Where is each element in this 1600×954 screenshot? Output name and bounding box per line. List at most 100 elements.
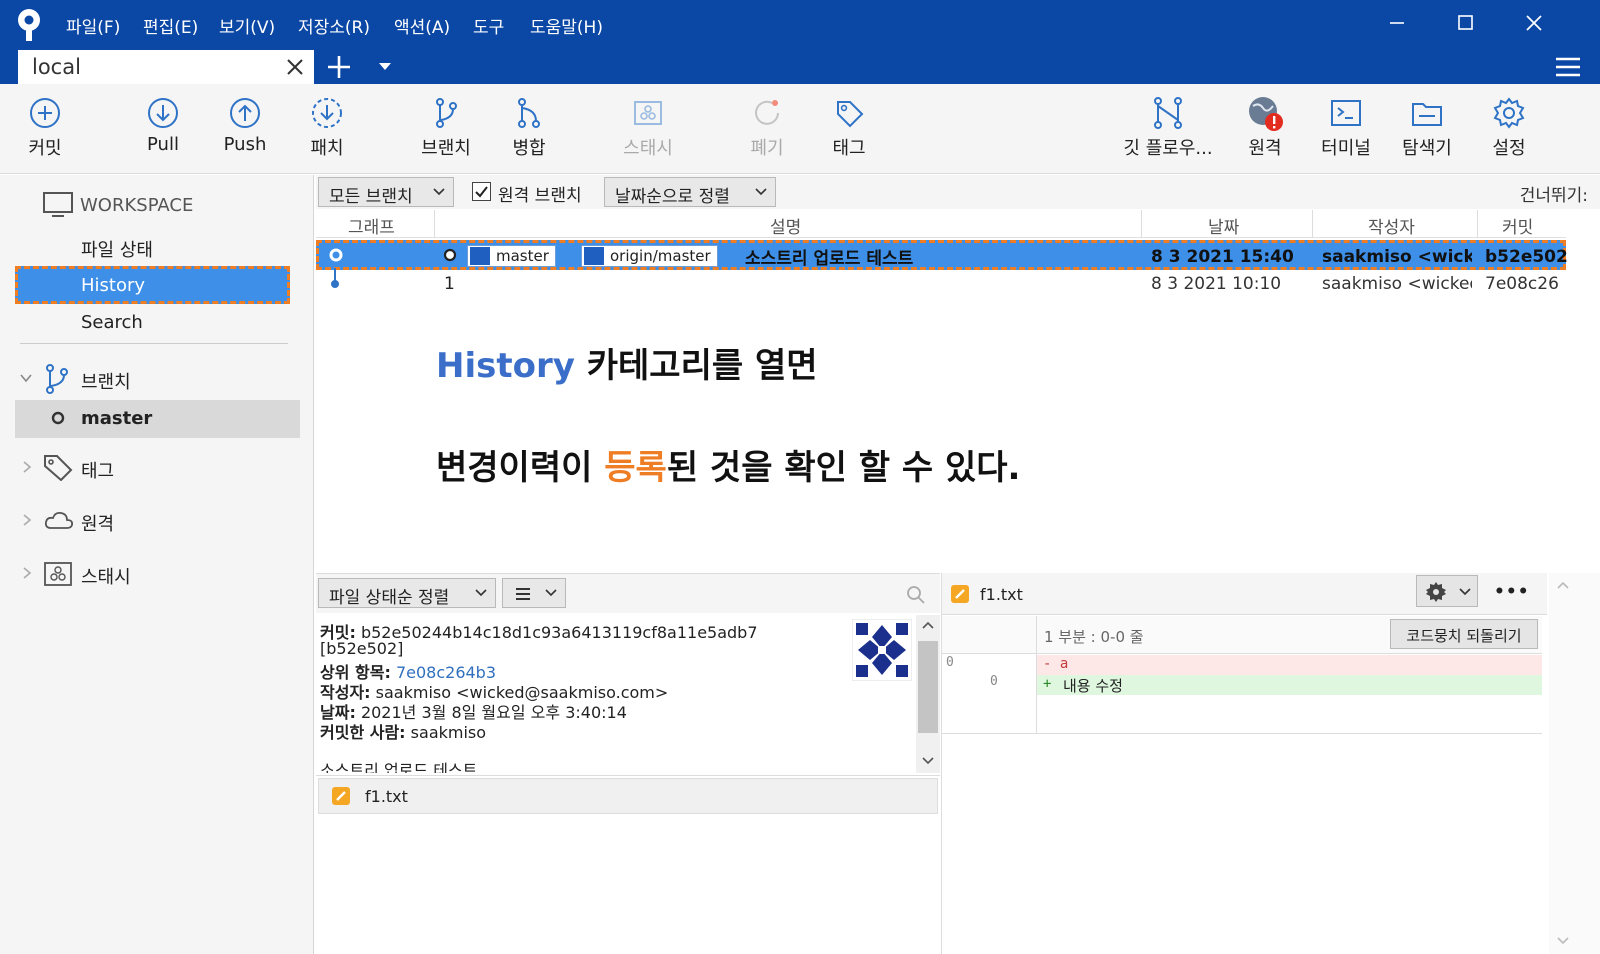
menu-file[interactable]: 파일(F) xyxy=(66,13,120,38)
sidebar-section-stashes[interactable]: 스태시 xyxy=(81,563,131,589)
push-button[interactable]: Push xyxy=(210,84,280,174)
head-marker-icon xyxy=(443,248,457,262)
scroll-down-icon[interactable] xyxy=(1557,937,1569,945)
cloud-icon xyxy=(44,511,74,529)
menu-repository[interactable]: 저장소(R) xyxy=(298,13,370,38)
more-options-icon[interactable]: ••• xyxy=(1494,582,1530,602)
scroll-down-icon[interactable] xyxy=(922,757,934,765)
sidebar-item-master[interactable]: master xyxy=(15,400,300,438)
terminal-button[interactable]: 터미널 xyxy=(1310,84,1382,174)
list-item[interactable]: f1.txt xyxy=(318,778,938,814)
column-separator xyxy=(1312,210,1313,238)
commit-hash: 7e08c26 xyxy=(1485,274,1559,294)
sidebar-section-tags[interactable]: 태그 xyxy=(81,457,114,483)
annotation-text: 카테고리를 열면 xyxy=(574,346,818,386)
menu-tools[interactable]: 도구 xyxy=(473,13,504,38)
sourcetree-logo-icon xyxy=(18,9,40,41)
explorer-button[interactable]: 탐색기 xyxy=(1392,84,1462,174)
branch-button[interactable]: 브랜치 xyxy=(410,84,482,174)
terminal-icon xyxy=(1331,100,1361,126)
scroll-up-icon[interactable] xyxy=(922,621,934,629)
ref-badge-origin-master[interactable]: origin/master xyxy=(581,245,718,267)
menu-help[interactable]: 도움말(H) xyxy=(530,13,603,38)
sidebar-section-branches[interactable]: 브랜치 xyxy=(81,368,131,394)
sidebar-item-search[interactable]: Search xyxy=(81,312,143,333)
view-mode-dropdown[interactable] xyxy=(502,578,566,608)
minimize-button[interactable] xyxy=(1377,8,1417,38)
pull-button[interactable]: Pull xyxy=(128,84,198,174)
commit-label: 커밋 xyxy=(28,138,62,159)
close-tab-icon[interactable] xyxy=(284,56,306,78)
merge-button[interactable]: 병합 xyxy=(494,84,564,174)
sidebar-section-remotes[interactable]: 원격 xyxy=(81,510,114,536)
commit-detail-panel: 커밋: b52e50244b14c18d1c93a6413119cf8a11e5… xyxy=(316,615,916,773)
revert-hunk-button[interactable]: 코드뭉치 되돌리기 xyxy=(1390,619,1538,649)
removed-line-text: - a xyxy=(1043,656,1069,672)
gitflow-button[interactable]: 깃 플로우... xyxy=(1118,84,1218,174)
settings-button[interactable]: 설정 xyxy=(1474,84,1544,174)
branch-icon xyxy=(436,98,457,128)
commit-author: saakmiso <wicked xyxy=(1322,274,1472,294)
list-icon xyxy=(516,588,530,600)
column-description[interactable]: 설명 xyxy=(770,213,801,238)
remote-button[interactable]: 원격 xyxy=(1230,84,1300,174)
chevron-down-icon xyxy=(433,188,445,196)
commit-row[interactable]: 1 8 3 2021 10:10 saakmiso <wicked 7e08c2… xyxy=(316,268,1566,300)
modified-file-icon xyxy=(332,787,350,805)
tag-icon xyxy=(44,455,73,481)
tag-button[interactable]: 태그 xyxy=(814,84,884,174)
discard-button[interactable]: 폐기 xyxy=(732,84,802,174)
file-list-toolbar: 파일 상태순 정렬 xyxy=(316,573,940,613)
remote-label: 원격 xyxy=(1248,138,1282,159)
diff-divider xyxy=(942,733,1542,734)
hamburger-menu-icon[interactable] xyxy=(1555,56,1581,78)
sort-dropdown[interactable]: 날짜순으로 정렬 xyxy=(604,177,776,207)
file-sort-dropdown[interactable]: 파일 상태순 정렬 xyxy=(318,578,496,608)
close-window-button[interactable] xyxy=(1514,8,1554,38)
gitflow-label: 깃 플로우... xyxy=(1123,138,1213,159)
search-icon[interactable] xyxy=(906,585,926,605)
menu-edit[interactable]: 편집(E) xyxy=(143,13,198,38)
sidebar-item-history[interactable]: History xyxy=(15,266,290,304)
chevron-right-icon[interactable] xyxy=(22,514,32,526)
tag-label: 태그 xyxy=(832,138,866,159)
branch-icon xyxy=(46,364,68,394)
pull-label: Pull xyxy=(147,134,179,155)
annotation-line-1: History 카테고리를 열면 xyxy=(436,338,818,387)
commit-button[interactable]: 커밋 xyxy=(10,84,80,174)
detail-scrollbar[interactable] xyxy=(916,615,940,773)
chevron-right-icon[interactable] xyxy=(22,461,32,473)
diff-options-dropdown[interactable] xyxy=(1416,575,1478,607)
patch-button[interactable]: 패치 xyxy=(292,84,362,174)
sidebar-item-file-status[interactable]: 파일 상태 xyxy=(81,236,153,262)
chevron-right-icon[interactable] xyxy=(22,567,32,579)
scroll-thumb[interactable] xyxy=(918,641,938,733)
menu-view[interactable]: 보기(V) xyxy=(219,13,275,38)
column-commit[interactable]: 커밋 xyxy=(1502,213,1533,238)
patch-icon xyxy=(312,98,342,128)
column-graph[interactable]: 그래프 xyxy=(348,213,395,238)
current-branch-icon xyxy=(51,411,65,425)
tab-dropdown-icon[interactable] xyxy=(378,62,392,72)
discard-icon xyxy=(755,100,779,125)
chevron-down-icon xyxy=(1459,588,1471,596)
column-author[interactable]: 작성자 xyxy=(1368,213,1415,238)
branch-icon xyxy=(584,247,604,265)
ref-badge-master[interactable]: master xyxy=(467,245,556,267)
chevron-down-icon[interactable] xyxy=(20,373,32,383)
branch-filter-dropdown[interactable]: 모든 브랜치 xyxy=(318,177,454,207)
diff-file-name: f1.txt xyxy=(980,585,1023,604)
maximize-button[interactable] xyxy=(1445,8,1485,38)
terminal-label: 터미널 xyxy=(1321,138,1371,159)
diff-scrollbar[interactable] xyxy=(1549,573,1600,954)
column-date[interactable]: 날짜 xyxy=(1208,213,1239,238)
add-tab-icon[interactable] xyxy=(326,54,352,80)
ref-badge-label: origin/master xyxy=(610,247,711,265)
stash-button[interactable]: 스태시 xyxy=(610,84,686,174)
menu-actions[interactable]: 액션(A) xyxy=(394,13,450,38)
commit-row-selected[interactable]: master origin/master 소스트리 업로드 테스트 8 3 20… xyxy=(316,240,1568,270)
tab-local[interactable]: local xyxy=(18,50,314,84)
scroll-up-icon[interactable] xyxy=(1557,581,1569,589)
avatar xyxy=(852,619,912,681)
checkbox[interactable] xyxy=(472,182,491,201)
